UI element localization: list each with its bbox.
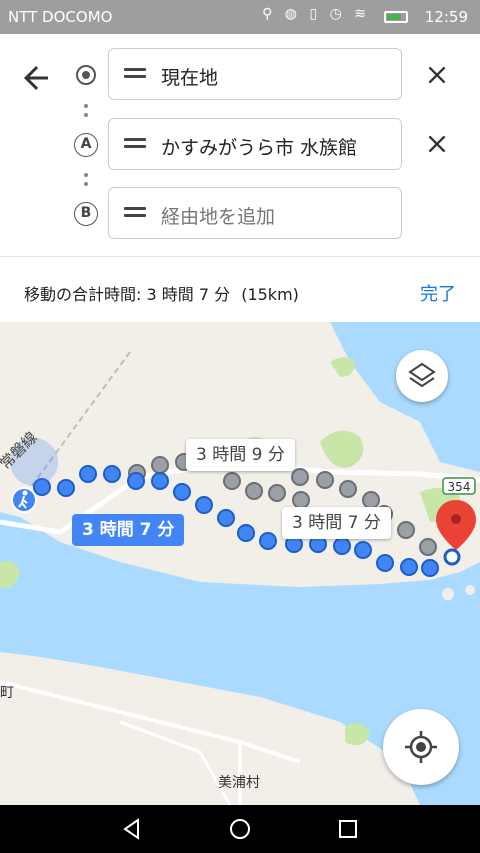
stop-a-marker: A [74, 133, 98, 157]
alt-route-chip[interactable]: 3 時間 7 分 [282, 507, 391, 539]
my-location-button[interactable] [383, 709, 459, 785]
status-bar: NTT DOCOMO ⚲ ◍ ▯ ◷ ≋ 12:59 [0, 0, 480, 34]
clock: 12:59 [424, 8, 468, 26]
origin-field[interactable]: 現在地 [108, 48, 402, 100]
distance: (15km) [241, 285, 299, 304]
origin-text: 現在地 [161, 67, 219, 89]
my-location-icon [405, 731, 437, 763]
add-stop-field[interactable]: 経由地を追加 [108, 187, 402, 239]
total-time: 移動の合計時間: 3 時間 7 分 [24, 285, 231, 304]
town-label-edge: 町 [0, 685, 14, 701]
add-stop-placeholder: 経由地を追加 [161, 206, 276, 228]
directions-panel: 現在地 A かすみがうら市 水族館 B 経由地を追加 [0, 34, 480, 256]
close-icon[interactable] [424, 131, 450, 157]
status-icons: ⚲ ◍ ▯ ◷ ≋ [262, 6, 370, 22]
stop-a-field[interactable]: かすみがうら市 水族館 [108, 118, 402, 170]
town-label: 美浦村 [218, 775, 260, 791]
done-button[interactable]: 完了 [420, 280, 456, 306]
drag-handle-icon[interactable] [124, 138, 146, 150]
route-connector [84, 173, 88, 191]
layers-icon [408, 362, 436, 388]
drag-handle-icon[interactable] [124, 207, 146, 219]
route-summary: 移動の合計時間: 3 時間 7 分 (15km) 完了 [0, 256, 480, 323]
route-connector [84, 104, 88, 122]
drag-handle-icon[interactable] [124, 68, 146, 80]
stop-a-text: かすみがうら市 水族館 [161, 137, 358, 159]
nav-recents-icon[interactable] [336, 817, 360, 841]
alt-route-chip[interactable]: 3 時間 9 分 [186, 439, 295, 471]
walking-icon [11, 487, 37, 513]
layers-button[interactable] [396, 350, 448, 402]
back-arrow-icon[interactable] [18, 60, 54, 96]
system-nav-bar [0, 805, 480, 853]
origin-target-icon [76, 65, 96, 85]
battery-icon [384, 11, 408, 23]
nav-home-icon[interactable] [228, 817, 252, 841]
primary-route-chip[interactable]: 3 時間 7 分 [72, 514, 185, 546]
close-icon[interactable] [424, 62, 450, 88]
nav-back-icon[interactable] [120, 817, 144, 841]
total-time-label: 移動の合計時間: 3 時間 7 分 (15km) [24, 281, 299, 305]
stop-b-marker: B [74, 202, 98, 226]
carrier-label: NTT DOCOMO [8, 8, 113, 26]
road-number: 354 [448, 480, 471, 494]
map-view[interactable]: 354 常磐線 3 時間 9 分 3 時間 7 分 3 時間 7 分 美浦村 町 [0, 322, 480, 805]
